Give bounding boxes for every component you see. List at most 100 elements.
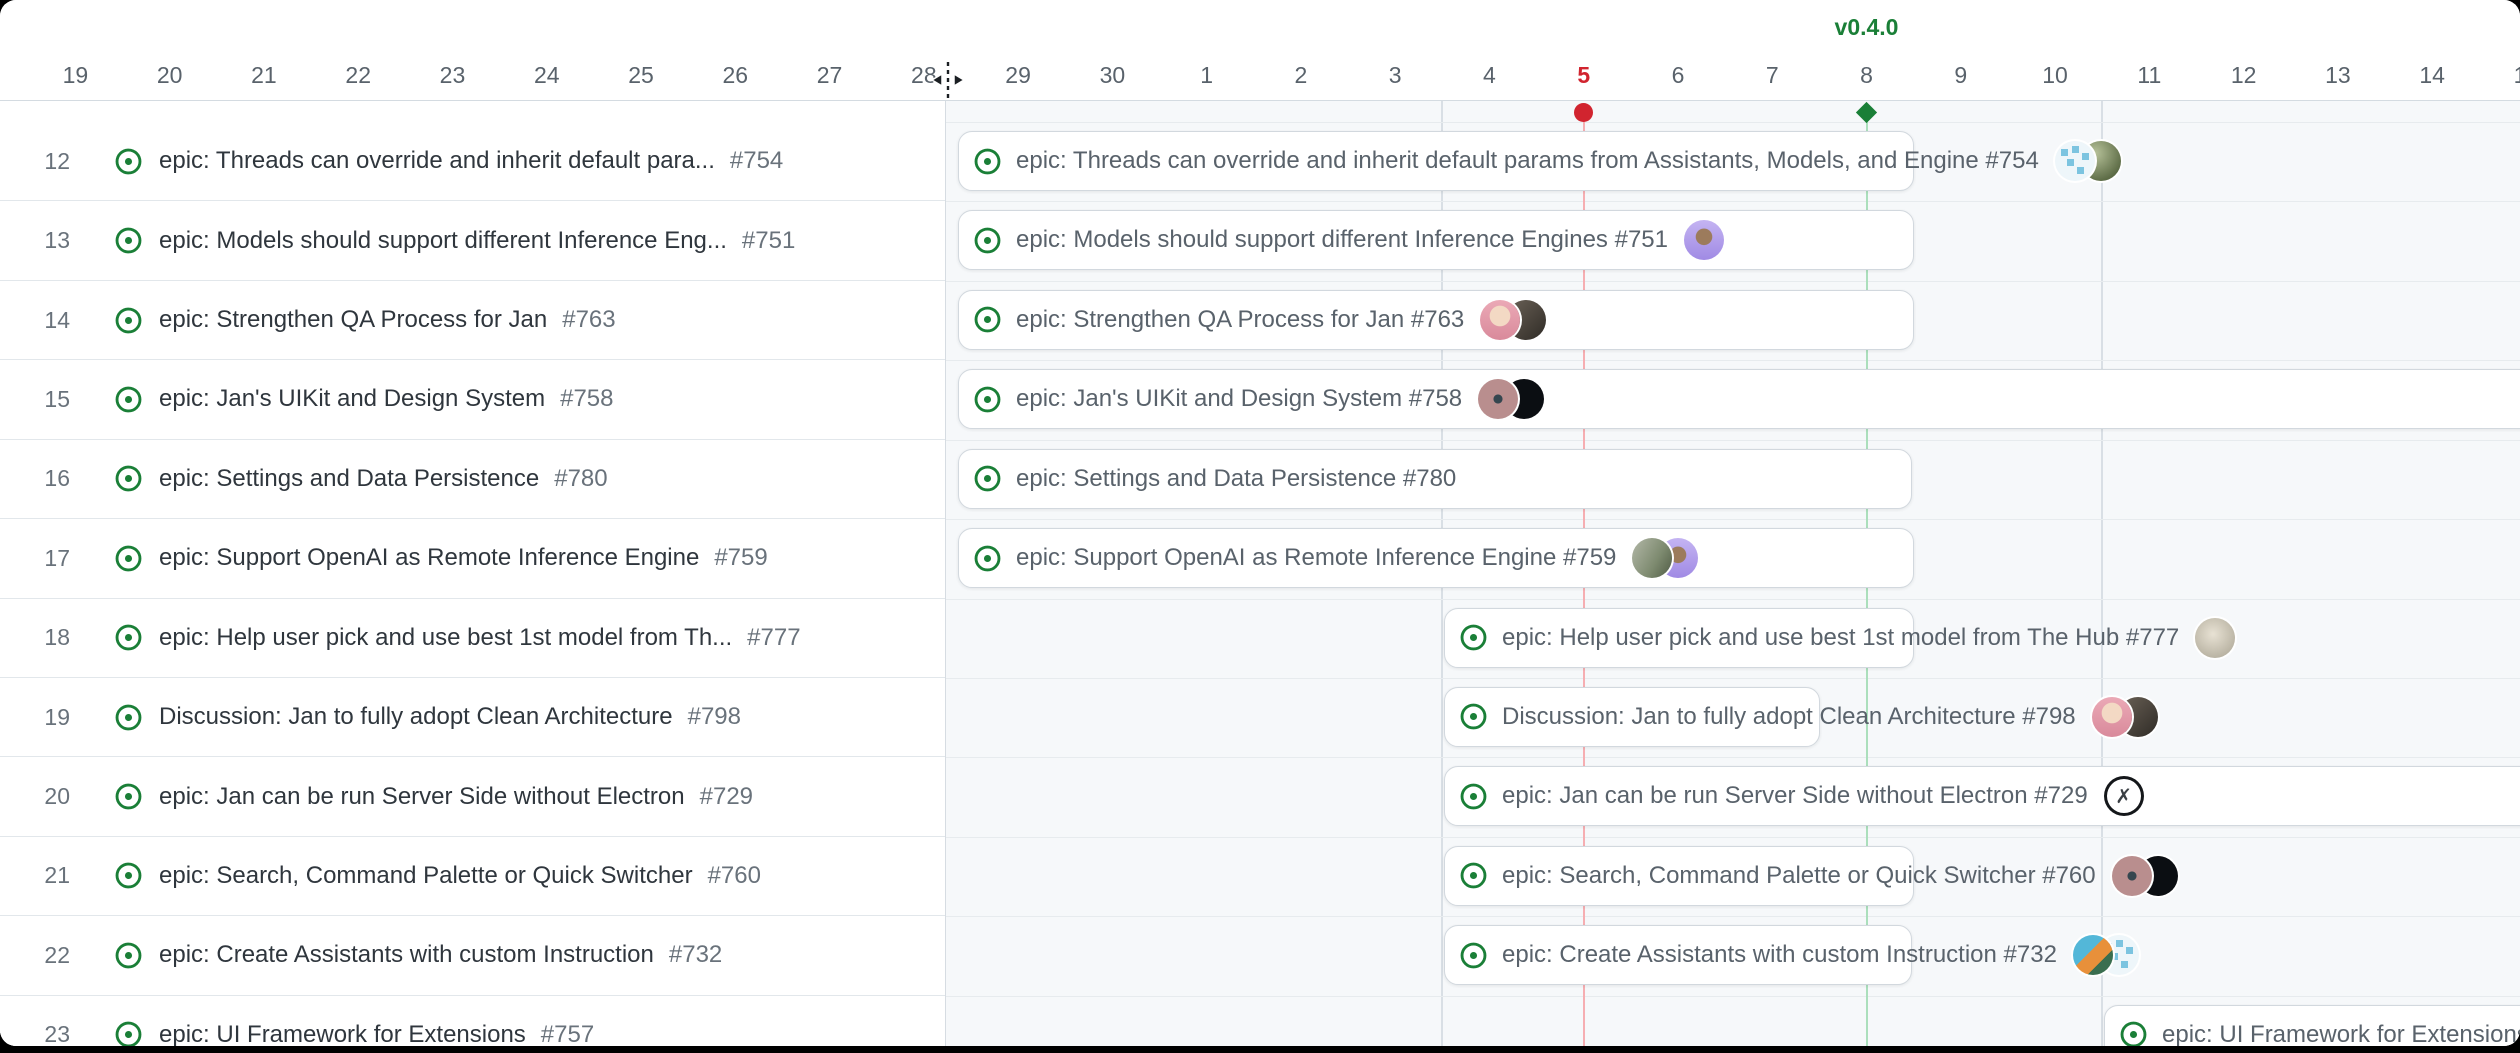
issue-open-icon — [115, 307, 142, 334]
issue-title: epic: Models should support different In… — [159, 227, 727, 255]
table-row[interactable]: 16 epic: Settings and Data Persistence #7… — [0, 440, 945, 519]
issue-open-icon — [115, 227, 142, 254]
issue-number: #759 — [714, 544, 767, 572]
issue-number: #758 — [560, 385, 613, 413]
assignee-avatars — [2195, 618, 2235, 658]
table-row[interactable]: 12 epic: Threads can override and inheri… — [0, 122, 945, 201]
day-label: 25 — [601, 62, 681, 89]
issue-open-icon — [1460, 942, 1487, 969]
day-label: 24 — [507, 62, 587, 89]
table-row[interactable]: 20 epic: Jan can be run Server Side with… — [0, 757, 945, 836]
day-label: 5 — [1544, 62, 1624, 89]
roadmap-bar-title: epic: Jan can be run Server Side without… — [1502, 782, 2088, 810]
date-header[interactable]: 1920212223242526272829301234567891011121… — [0, 0, 2520, 101]
table-row[interactable]: 14 epic: Strengthen QA Process for Jan#7… — [0, 281, 945, 360]
roadmap-bar-title: epic: UI Framework for Extensions #757 — [2162, 1021, 2520, 1046]
roadmap-bar-title: epic: Threads can override and inherit d… — [1016, 147, 2039, 175]
roadmap-bar-content: epic: Jan's UIKit and Design System #758 — [958, 369, 1544, 429]
issue-open-icon — [2120, 1021, 2147, 1046]
table-row[interactable]: 17 epic: Support OpenAI as Remote Infere… — [0, 519, 945, 598]
issue-open-icon — [974, 545, 1001, 572]
assignee-avatars — [1632, 538, 1698, 578]
avatar — [2092, 697, 2132, 737]
row-number: 16 — [0, 465, 70, 492]
assignee-avatars — [2112, 856, 2178, 896]
screen: epic: Threads can override and inherit d… — [0, 0, 2520, 1053]
day-label: 2 — [1261, 62, 1341, 89]
issue-title: epic: Jan's UIKit and Design System — [159, 385, 545, 413]
roadmap-bar-title: epic: Help user pick and use best 1st mo… — [1502, 624, 2179, 652]
roadmap-bar-title: epic: Jan's UIKit and Design System #758 — [1016, 385, 1462, 413]
row-number: 19 — [0, 704, 70, 731]
row-number: 20 — [0, 783, 70, 810]
issue-open-icon — [115, 465, 142, 492]
issue-open-icon — [115, 386, 142, 413]
issue-number: #777 — [747, 624, 800, 652]
row-number: 17 — [0, 545, 70, 572]
avatar — [1684, 220, 1724, 260]
issue-open-icon — [115, 942, 142, 969]
issue-title: epic: Help user pick and use best 1st mo… — [159, 624, 732, 652]
table-row-partial — [0, 100, 945, 123]
row-number: 14 — [0, 307, 70, 334]
issue-open-icon — [974, 386, 1001, 413]
assignee-avatars — [2104, 776, 2144, 816]
issue-open-icon — [1460, 783, 1487, 810]
row-number: 18 — [0, 624, 70, 651]
issue-open-icon — [1460, 862, 1487, 889]
day-label: 9 — [1921, 62, 2001, 89]
day-label: 15 — [2486, 62, 2520, 89]
avatar — [2073, 935, 2113, 975]
table-row[interactable]: 23 epic: UI Framework for Extensions#757 — [0, 996, 945, 1046]
issue-title: Discussion: Jan to fully adopt Clean Arc… — [159, 703, 673, 731]
roadmap-bar-title: epic: Search, Command Palette or Quick S… — [1502, 862, 2096, 890]
roadmap-bar-content: epic: Settings and Data Persistence #780 — [958, 449, 1456, 509]
avatar — [2195, 618, 2235, 658]
table-row[interactable]: 22 epic: Create Assistants with custom I… — [0, 916, 945, 995]
day-label: 19 — [35, 62, 115, 89]
issue-number: #798 — [688, 703, 741, 731]
col-resize-cursor-icon — [929, 60, 967, 105]
roadmap-bar-title: epic: Create Assistants with custom Inst… — [1502, 941, 2057, 969]
row-number: 21 — [0, 862, 70, 889]
avatar — [2104, 776, 2144, 816]
roadmap-bar-content: epic: Models should support different In… — [958, 210, 1724, 270]
milestone-label[interactable]: v0.4.0 — [1787, 14, 1947, 41]
day-label: 23 — [412, 62, 492, 89]
roadmap-bar-title: epic: Models should support different In… — [1016, 226, 1668, 254]
issue-open-icon — [974, 227, 1001, 254]
issue-number: #732 — [669, 941, 722, 969]
roadmap-bar-content: Discussion: Jan to fully adopt Clean Arc… — [1444, 687, 2158, 747]
issue-open-icon — [115, 862, 142, 889]
table-row[interactable]: 15 epic: Jan's UIKit and Design System#7… — [0, 360, 945, 439]
issue-open-icon — [115, 624, 142, 651]
roadmap-bar-content: epic: Create Assistants with custom Inst… — [1444, 925, 2139, 985]
day-label: 21 — [224, 62, 304, 89]
avatar — [2112, 856, 2152, 896]
issue-title: epic: Strengthen QA Process for Jan — [159, 306, 547, 334]
table-row[interactable]: 18 epic: Help user pick and use best 1st… — [0, 599, 945, 678]
roadmap-window: epic: Threads can override and inherit d… — [0, 0, 2520, 1046]
issue-open-icon — [974, 465, 1001, 492]
issue-number: #754 — [730, 147, 783, 175]
day-label: 6 — [1638, 62, 1718, 89]
issue-open-icon — [1460, 703, 1487, 730]
issue-title: epic: Support OpenAI as Remote Inference… — [159, 544, 699, 572]
day-label: 8 — [1827, 62, 1907, 89]
issue-open-icon — [115, 545, 142, 572]
issue-open-icon — [115, 1021, 142, 1046]
avatar — [2055, 141, 2095, 181]
issue-open-icon — [974, 148, 1001, 175]
issue-open-icon — [974, 306, 1001, 333]
issue-title: epic: Settings and Data Persistence — [159, 465, 539, 493]
day-label: 13 — [2298, 62, 2378, 89]
table-row[interactable]: 13 epic: Models should support different… — [0, 201, 945, 280]
issue-number: #757 — [541, 1021, 594, 1046]
issue-number: #780 — [554, 465, 607, 493]
roadmap-bar-title: epic: Strengthen QA Process for Jan #763 — [1016, 306, 1464, 334]
table-row[interactable]: 21 epic: Search, Command Palette or Quic… — [0, 837, 945, 916]
day-label: 3 — [1355, 62, 1435, 89]
table-row[interactable]: 19 Discussion: Jan to fully adopt Clean … — [0, 678, 945, 757]
day-label: 12 — [2204, 62, 2284, 89]
assignee-avatars — [2055, 141, 2121, 181]
